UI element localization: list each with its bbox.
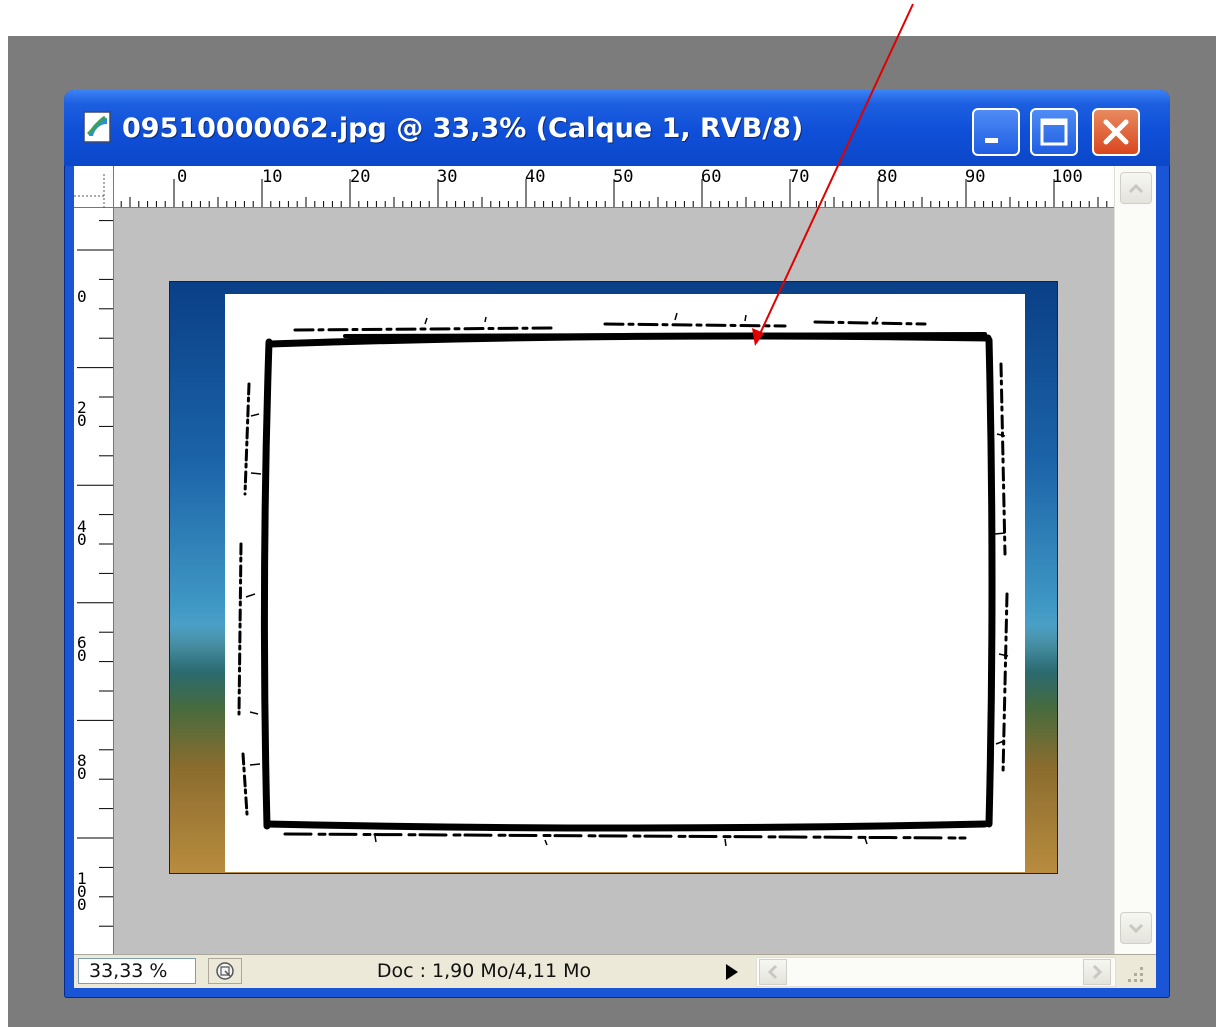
- ruler-label: 50: [613, 167, 634, 187]
- scroll-down-button[interactable]: [1120, 912, 1152, 944]
- chevron-left-icon: [767, 964, 778, 980]
- scroll-left-button[interactable]: [759, 959, 787, 985]
- vertical-scrollbar[interactable]: [1114, 166, 1156, 954]
- scroll-up-button[interactable]: [1120, 172, 1152, 204]
- status-bar: 33,33 % Doc : 1,90 Mo/4,11 Mo: [74, 954, 1156, 988]
- canvas-area[interactable]: [114, 208, 1114, 954]
- window-title: 09510000062.jpg @ 33,3% (Calque 1, RVB/8…: [122, 113, 804, 144]
- resize-grip-icon: [1128, 967, 1143, 982]
- ruler-label: 60: [77, 633, 87, 665]
- chevron-right-icon: [1092, 964, 1103, 980]
- document-size-info: Doc : 1,90 Mo/4,11 Mo: [376, 960, 592, 982]
- maximize-icon: [1040, 118, 1068, 146]
- grunge-border: [237, 312, 1009, 847]
- play-arrow-icon: [726, 964, 738, 980]
- ruler-label: 20: [350, 167, 371, 187]
- ruler-label: 40: [77, 517, 87, 549]
- minimize-button[interactable]: [972, 108, 1020, 156]
- ruler-label: 10: [262, 167, 283, 187]
- status-menu-button[interactable]: [718, 959, 746, 985]
- ruler-label: 100: [77, 869, 87, 914]
- ruler-label: 40: [525, 167, 546, 187]
- close-button[interactable]: [1092, 108, 1140, 156]
- ruler-label: 90: [965, 167, 986, 187]
- ruler-label: 70: [789, 167, 810, 187]
- horizontal-scrollbar[interactable]: [756, 957, 1116, 987]
- resize-grip[interactable]: [1122, 961, 1148, 985]
- ruler-label: 30: [437, 167, 458, 187]
- ruler-label: 80: [77, 751, 87, 783]
- ruler-label: 80: [877, 167, 898, 187]
- ruler-label: 0: [177, 167, 188, 187]
- frame-layer: [225, 294, 1025, 872]
- zoom-level-field[interactable]: 33,33 %: [78, 958, 196, 984]
- document-client-area: 0 10 20 30 40 50 60 70 80 90 100 0 20 40…: [74, 166, 1156, 988]
- status-info-button[interactable]: [208, 958, 242, 984]
- close-icon: [1103, 119, 1129, 145]
- chevron-up-icon: [1128, 183, 1144, 194]
- maximize-button[interactable]: [1030, 108, 1078, 156]
- title-bar[interactable]: 09510000062.jpg @ 33,3% (Calque 1, RVB/8…: [64, 90, 1170, 166]
- document-window: 09510000062.jpg @ 33,3% (Calque 1, RVB/8…: [64, 90, 1170, 998]
- ruler-label: 60: [701, 167, 722, 187]
- document-info-icon: [216, 962, 234, 980]
- photoshop-document-icon[interactable]: [81, 110, 115, 144]
- ruler-label: 20: [77, 398, 87, 430]
- horizontal-ruler[interactable]: 0 10 20 30 40 50 60 70 80 90 100: [114, 166, 1114, 208]
- chevron-down-icon: [1128, 923, 1144, 934]
- ruler-origin[interactable]: [74, 166, 114, 208]
- document-image[interactable]: [169, 281, 1058, 874]
- minimize-icon: [985, 138, 998, 143]
- ruler-label: 100: [1052, 167, 1083, 187]
- scroll-right-button[interactable]: [1083, 959, 1111, 985]
- ruler-label: 0: [77, 287, 87, 306]
- vertical-ruler[interactable]: 0 20 40 60 80 100: [74, 208, 114, 954]
